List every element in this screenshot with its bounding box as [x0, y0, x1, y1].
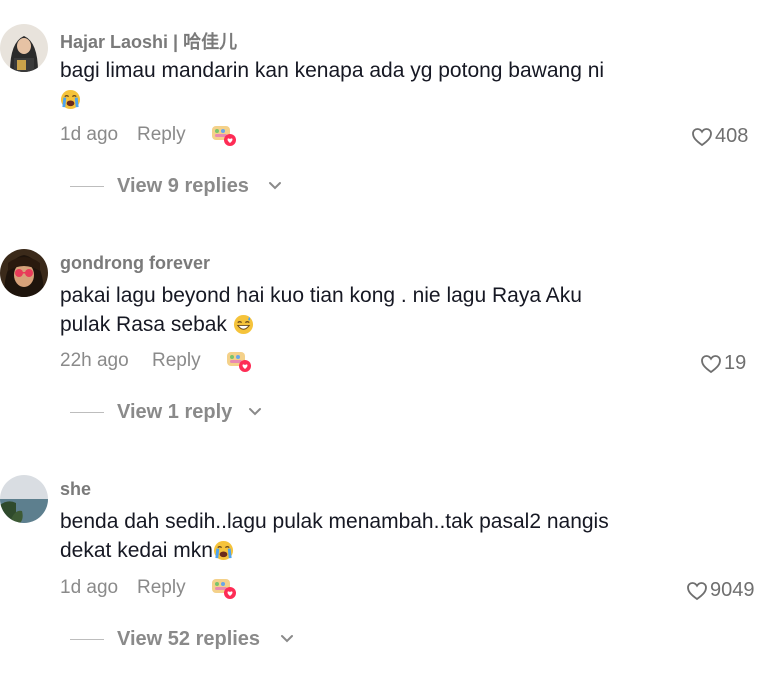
reply-button[interactable]: Reply [137, 124, 186, 146]
chevron-down-icon [281, 635, 293, 643]
comment-text: pakai lagu beyond hai kuo tian kong . ni… [60, 281, 690, 339]
comment-text: benda dah sedih..lagu pulak menambah..ta… [60, 507, 690, 565]
loudly-crying-face-icon [60, 89, 81, 110]
comment-text-line: pulak Rasa sebak [60, 313, 227, 336]
reaction-sticker-icon[interactable] [210, 575, 238, 601]
chevron-down-icon [269, 182, 281, 190]
avatar[interactable] [0, 475, 48, 523]
reply-button[interactable]: Reply [137, 577, 186, 599]
view-replies-label: View 52 replies [117, 628, 261, 650]
grinning-face-with-sweat-icon [233, 314, 253, 335]
username[interactable]: gondrong forever [60, 253, 210, 274]
reaction-sticker-icon[interactable] [210, 122, 238, 148]
reply-button[interactable]: Reply [152, 350, 201, 372]
timestamp: 1d ago [60, 577, 119, 598]
timestamp: 22h ago [60, 350, 129, 371]
view-replies-button[interactable]: View 1 reply [70, 399, 280, 427]
comment-text: bagi limau mandarin kan kenapa ada yg po… [60, 56, 690, 114]
loudly-crying-face-icon [213, 540, 233, 561]
comments-panel: Hajar Laoshi | 哈佳儿 bagi limau mandarin k… [0, 0, 768, 678]
comment-text-line: benda dah sedih..lagu pulak menambah..ta… [60, 510, 609, 533]
view-replies-button[interactable]: View 9 replies [70, 173, 290, 201]
comment-text-line: dekat kedai mkn [60, 539, 213, 562]
username[interactable]: she [60, 479, 91, 500]
divider [70, 186, 104, 187]
heart-outline-icon [692, 128, 712, 147]
view-replies-label: View 9 replies [117, 175, 249, 197]
comment-text-line: pakai lagu beyond hai kuo tian kong . ni… [60, 284, 582, 307]
view-replies-button[interactable]: View 52 replies [70, 626, 310, 654]
heart-outline-icon [701, 355, 721, 374]
like-count: 19 [724, 352, 747, 374]
view-replies-label: View 1 reply [117, 401, 233, 423]
heart-outline-icon [687, 582, 707, 601]
like-count: 408 [715, 125, 749, 147]
divider [70, 412, 104, 413]
username[interactable]: Hajar Laoshi | 哈佳儿 [60, 28, 237, 54]
comment-text-body: bagi limau mandarin kan kenapa ada yg po… [60, 59, 605, 82]
like-count: 9049 [710, 579, 755, 601]
timestamp: 1d ago [60, 124, 119, 145]
chevron-down-icon [249, 408, 261, 416]
avatar[interactable] [0, 249, 48, 297]
avatar[interactable] [0, 24, 48, 72]
reaction-sticker-icon[interactable] [225, 348, 253, 374]
divider [70, 639, 104, 640]
